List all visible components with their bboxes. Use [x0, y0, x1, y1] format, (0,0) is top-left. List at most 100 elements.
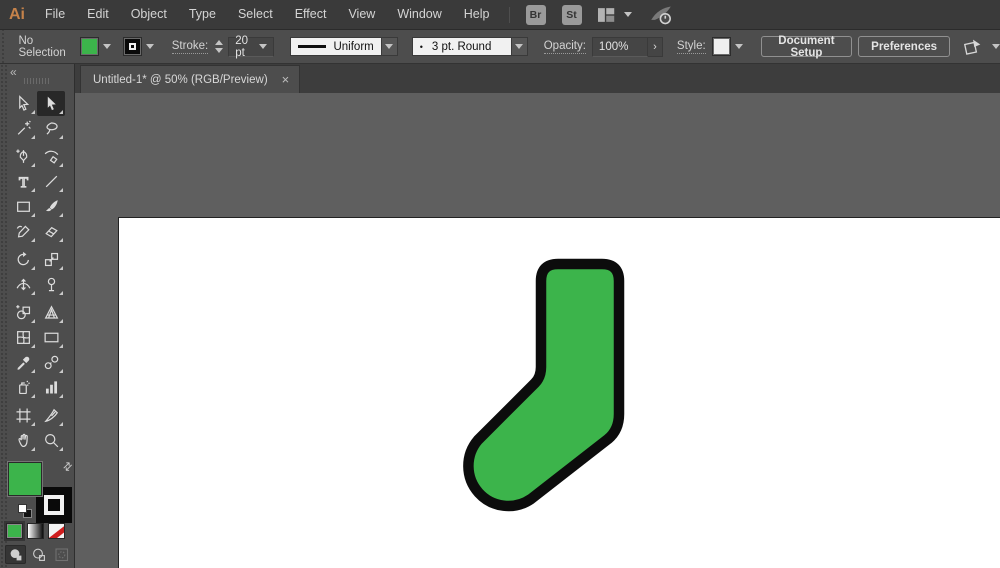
menu-item-help[interactable]: Help [453, 7, 501, 21]
stroke-weight-stepper[interactable] [215, 40, 223, 53]
style-swatch[interactable] [712, 37, 731, 56]
width-profile-combo[interactable]: Uniform [290, 37, 382, 56]
stroke-weight-chevron-icon[interactable] [259, 44, 267, 49]
style-panel-link[interactable]: Style: [677, 40, 706, 54]
zoom-tool[interactable] [37, 428, 65, 453]
width-tool[interactable] [9, 272, 37, 297]
fill-color-swatch[interactable] [80, 37, 99, 56]
pen-tool[interactable] [9, 144, 37, 169]
mesh-tool-icon [15, 329, 32, 346]
hand-tool[interactable] [9, 428, 37, 453]
menu-item-effect[interactable]: Effect [284, 7, 338, 21]
artboard-tool[interactable] [9, 403, 37, 428]
blend-tool[interactable] [37, 350, 65, 375]
gradient-tool[interactable] [37, 325, 65, 350]
draw-normal-mode[interactable] [5, 545, 26, 564]
opacity-value: 100% [599, 41, 628, 53]
none-swatch-button[interactable] [48, 523, 65, 539]
menu-item-object[interactable]: Object [120, 7, 178, 21]
menu-item-view[interactable]: View [337, 7, 386, 21]
lasso-tool[interactable] [37, 116, 65, 141]
document-tab[interactable]: Untitled-1* @ 50% (RGB/Preview) × [80, 65, 300, 93]
stepper-down-icon[interactable] [215, 48, 223, 53]
workspace-chevron-icon[interactable] [624, 12, 632, 17]
scale-tool[interactable] [37, 247, 65, 272]
preferences-button[interactable]: Preferences [858, 36, 950, 57]
stock-button[interactable]: St [562, 5, 582, 25]
menu-item-window[interactable]: Window [386, 7, 452, 21]
fill-chevron-icon[interactable] [103, 44, 111, 49]
rectangle-tool-icon [15, 198, 32, 215]
rotate-tool-icon [15, 251, 32, 268]
selection-tool[interactable] [9, 91, 37, 116]
gradient-tool-icon [43, 329, 60, 346]
eyedropper-tool[interactable] [9, 350, 37, 375]
menu-item-select[interactable]: Select [227, 7, 284, 21]
stroke-chevron-icon[interactable] [146, 44, 154, 49]
pen-tool-icon [15, 148, 32, 165]
shaper-tool[interactable] [9, 219, 37, 244]
eraser-tool-icon [43, 223, 60, 240]
curvature-tool[interactable] [37, 144, 65, 169]
column-graph-tool[interactable] [37, 375, 65, 400]
line-segment-tool[interactable] [37, 169, 65, 194]
bridge-button[interactable]: Br [526, 5, 546, 25]
perspective-grid-tool[interactable] [37, 300, 65, 325]
brush-definition-chevron-icon[interactable] [512, 37, 528, 56]
lasso-tool-icon [43, 120, 60, 137]
curvature-tool-icon [43, 148, 60, 165]
direct-selection-tool-icon [43, 95, 60, 112]
paintbrush-tool[interactable] [37, 194, 65, 219]
opacity-panel-link[interactable]: Opacity: [544, 40, 586, 54]
puppet-warp-tool[interactable] [37, 272, 65, 297]
stroke-weight-combo[interactable]: 20 pt [228, 37, 274, 57]
style-chevron-icon[interactable] [735, 44, 743, 49]
width-profile-value: Uniform [333, 41, 373, 53]
control-bar-grip[interactable] [0, 30, 6, 63]
menu-item-type[interactable]: Type [178, 7, 227, 21]
stroke-color-swatch[interactable] [123, 37, 142, 56]
shape-builder-tool-icon [15, 304, 32, 321]
color-swatch-button[interactable] [6, 523, 23, 539]
direct-selection-tool[interactable] [37, 91, 65, 116]
swap-fill-stroke-icon[interactable]: ⇄ [60, 459, 76, 475]
stepper-up-icon[interactable] [215, 40, 223, 45]
type-tool-icon: T [15, 173, 32, 190]
line-segment-tool-icon [43, 173, 60, 190]
panel-drag-grip[interactable] [24, 78, 50, 84]
draw-inside-mode [51, 545, 72, 564]
rectangle-tool[interactable] [9, 194, 37, 219]
menu-item-edit[interactable]: Edit [76, 7, 120, 21]
mesh-tool[interactable] [9, 325, 37, 350]
draw-behind-mode[interactable] [28, 545, 49, 564]
gpu-performance-icon[interactable] [648, 4, 674, 26]
selection-tool-icon [15, 95, 32, 112]
stroke-panel-link[interactable]: Stroke: [172, 40, 208, 54]
brush-definition-combo[interactable]: • 3 pt. Round [412, 37, 512, 56]
paint-type-buttons [6, 523, 65, 539]
touch-workspace-icon[interactable] [962, 37, 984, 57]
tab-close-icon[interactable]: × [282, 73, 290, 86]
collapse-panel-icon[interactable]: « [10, 65, 17, 79]
fill-proxy[interactable] [8, 462, 42, 496]
gradient-swatch-button[interactable] [27, 523, 44, 539]
slice-tool-icon [43, 407, 60, 424]
eraser-tool[interactable] [37, 219, 65, 244]
default-fill-stroke-icon[interactable] [18, 504, 32, 518]
width-profile-chevron-icon[interactable] [382, 37, 398, 56]
opacity-field[interactable]: 100% [592, 37, 648, 57]
slice-tool[interactable] [37, 403, 65, 428]
artboard[interactable] [118, 217, 1000, 568]
touch-workspace-chevron-icon[interactable] [992, 44, 1000, 49]
opacity-expand-icon[interactable]: › [648, 37, 663, 57]
shape-builder-tool[interactable] [9, 300, 37, 325]
workspace-layout-icon[interactable] [596, 7, 616, 23]
magic-wand-tool[interactable] [9, 116, 37, 141]
type-tool[interactable]: T [9, 169, 37, 194]
rotate-tool[interactable] [9, 247, 37, 272]
sock-shape[interactable] [119, 218, 1000, 568]
canvas-area[interactable] [75, 93, 1000, 568]
symbol-sprayer-tool[interactable] [9, 375, 37, 400]
menu-item-file[interactable]: File [34, 7, 76, 21]
document-setup-button[interactable]: Document Setup [761, 36, 852, 57]
